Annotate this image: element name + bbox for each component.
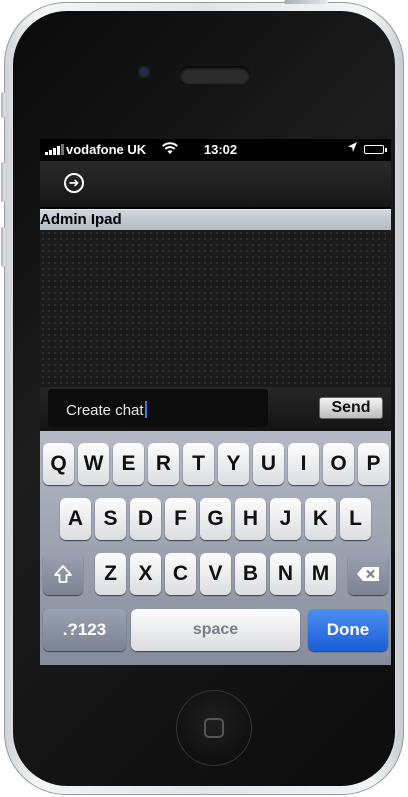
shift-arrow-icon — [54, 565, 72, 583]
key-w[interactable]: W — [78, 443, 109, 485]
key-t[interactable]: T — [183, 443, 214, 485]
composer-bar: Create chat Send — [40, 387, 391, 431]
arrow-circle-icon[interactable]: ➜ — [64, 173, 84, 193]
key-k[interactable]: K — [305, 498, 336, 540]
front-camera — [140, 68, 148, 76]
home-button-icon — [204, 718, 224, 738]
key-f[interactable]: F — [165, 498, 196, 540]
text-caret — [144, 401, 147, 418]
key-s[interactable]: S — [95, 498, 126, 540]
message-input[interactable]: Create chat — [48, 389, 268, 427]
message-input-text: Create chat — [66, 401, 147, 419]
battery-icon — [364, 145, 387, 154]
key-n[interactable]: N — [270, 553, 301, 595]
key-j[interactable]: J — [270, 498, 301, 540]
key-l[interactable]: L — [340, 498, 371, 540]
power-button — [284, 0, 328, 4]
key-a[interactable]: A — [60, 498, 91, 540]
device-screen: vodafone UK 13:02 ➜ Admin Ipad Create ch… — [40, 139, 391, 665]
key-h[interactable]: H — [235, 498, 266, 540]
key-c[interactable]: C — [165, 553, 196, 595]
on-screen-keyboard: Q W E R T Y U I O P A S D F G H J K L Z … — [40, 431, 391, 665]
volume-up-button — [1, 162, 5, 202]
key-y[interactable]: Y — [218, 443, 249, 485]
key-m[interactable]: M — [305, 553, 336, 595]
key-z[interactable]: Z — [95, 553, 126, 595]
navigation-bar: ➜ — [40, 161, 391, 207]
backspace-icon — [357, 567, 379, 581]
key-b[interactable]: B — [235, 553, 266, 595]
volume-down-button — [1, 227, 5, 267]
chat-title: Admin Ipad — [40, 211, 122, 228]
backspace-key[interactable] — [348, 553, 388, 595]
key-o[interactable]: O — [323, 443, 354, 485]
send-button[interactable]: Send — [319, 397, 383, 419]
key-u[interactable]: U — [253, 443, 284, 485]
status-bar: vodafone UK 13:02 — [40, 139, 391, 161]
location-arrow-icon — [347, 141, 358, 156]
key-e[interactable]: E — [113, 443, 144, 485]
status-time: 13:02 — [203, 142, 238, 157]
key-d[interactable]: D — [130, 498, 161, 540]
key-x[interactable]: X — [130, 553, 161, 595]
message-list[interactable] — [40, 230, 391, 387]
space-key[interactable]: space — [131, 609, 300, 651]
home-button[interactable] — [176, 690, 252, 766]
shift-key[interactable] — [43, 553, 83, 595]
done-key[interactable]: Done — [308, 609, 388, 651]
key-r[interactable]: R — [148, 443, 179, 485]
earpiece-speaker — [180, 66, 250, 84]
numbers-key[interactable]: .?123 — [43, 609, 126, 651]
key-g[interactable]: G — [200, 498, 231, 540]
mute-switch — [1, 92, 5, 118]
key-v[interactable]: V — [200, 553, 231, 595]
key-q[interactable]: Q — [43, 443, 74, 485]
chat-header: Admin Ipad — [40, 209, 391, 230]
key-i[interactable]: I — [288, 443, 319, 485]
key-p[interactable]: P — [358, 443, 389, 485]
